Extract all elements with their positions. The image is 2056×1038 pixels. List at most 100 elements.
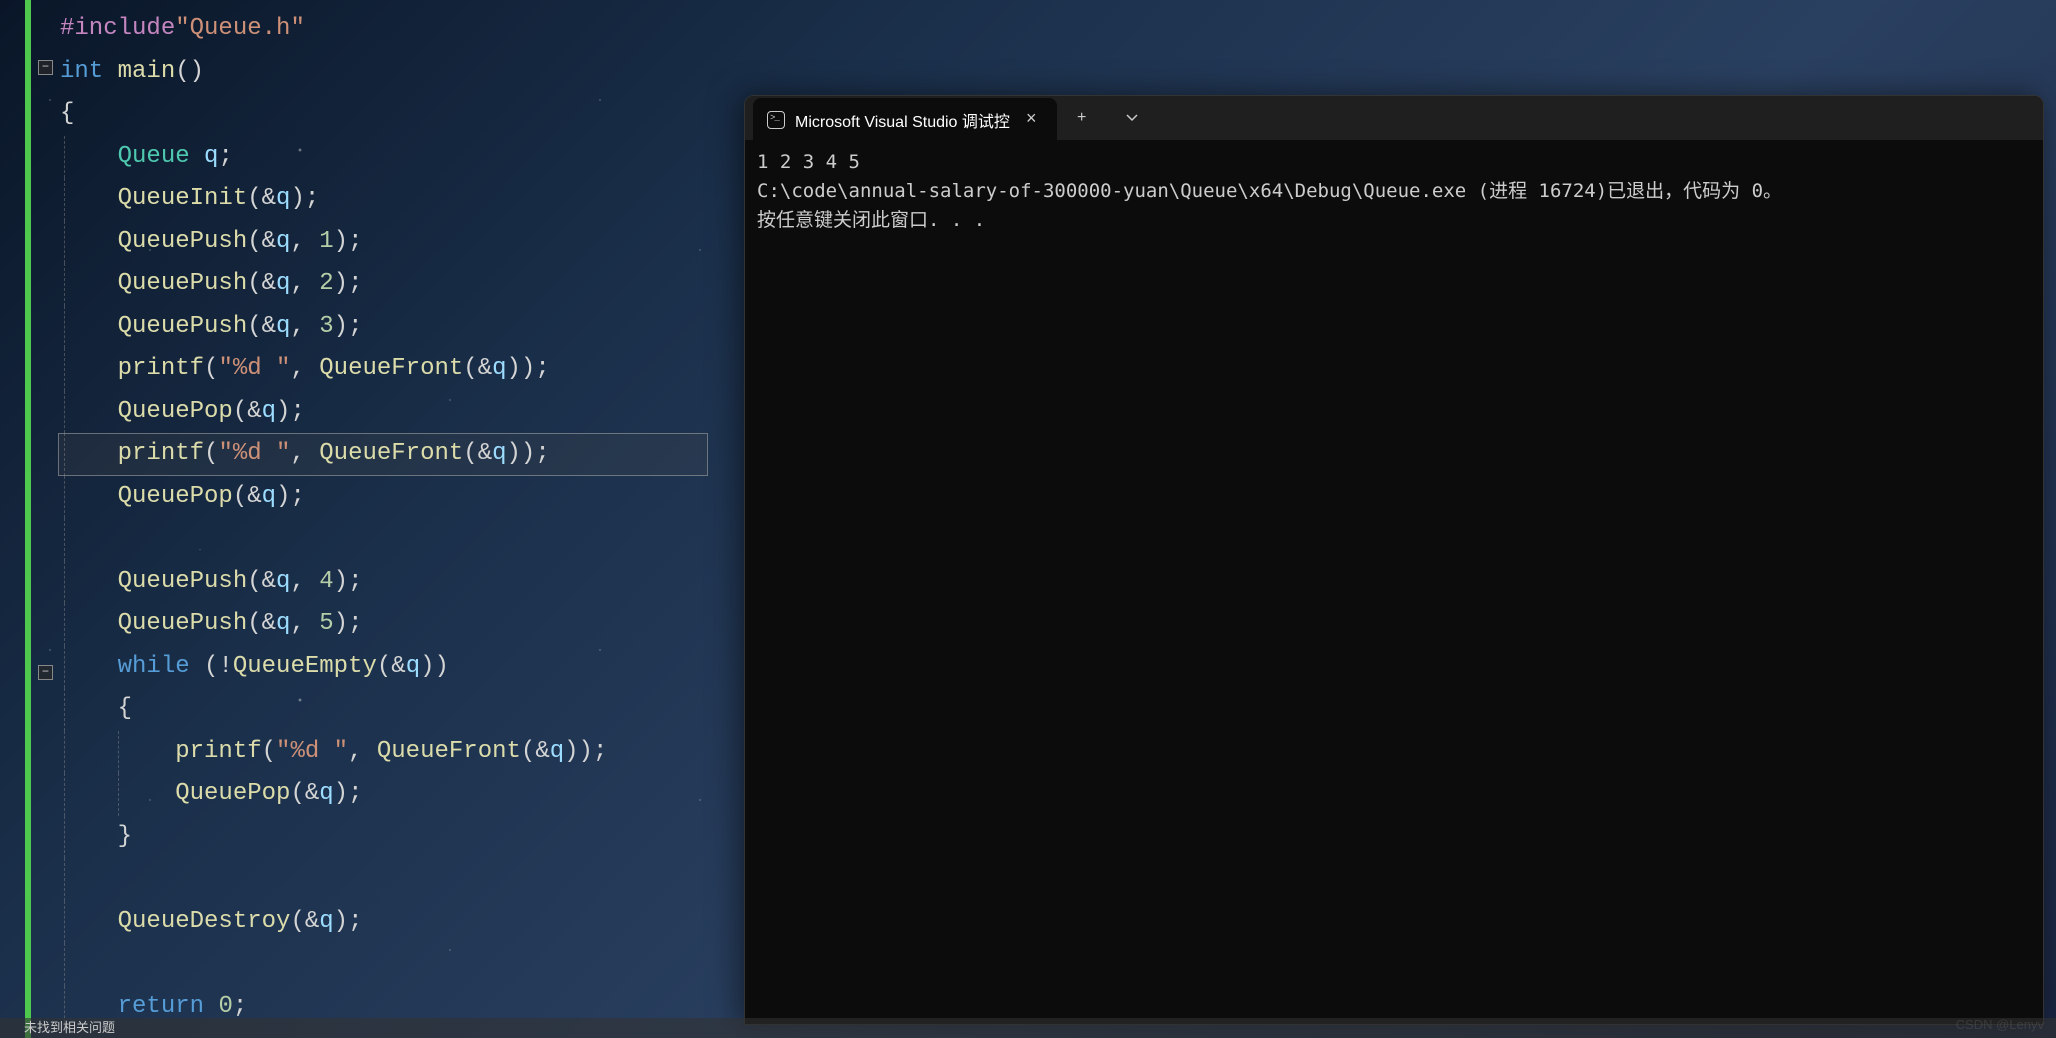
code-token: & bbox=[305, 908, 319, 935]
code-token: ( bbox=[204, 440, 218, 467]
code-token: ) bbox=[334, 568, 348, 595]
code-token: )) bbox=[564, 738, 593, 765]
code-token: ( bbox=[377, 653, 391, 680]
code-token: ( bbox=[247, 313, 261, 340]
code-line[interactable]: printf("%d ", QueueFront(&q)); bbox=[60, 433, 607, 476]
code-token: q bbox=[276, 610, 290, 637]
code-token: QueuePop bbox=[175, 780, 290, 807]
code-token: q bbox=[276, 185, 290, 212]
code-line[interactable]: QueuePush(&q, 4); bbox=[60, 561, 607, 604]
code-line[interactable]: Queue q; bbox=[60, 136, 607, 179]
code-line[interactable]: QueuePush(&q, 1); bbox=[60, 221, 607, 264]
code-token: )) bbox=[507, 355, 536, 382]
code-token: ) bbox=[334, 313, 348, 340]
code-line[interactable]: #include"Queue.h" bbox=[60, 8, 607, 51]
code-line[interactable]: while (!QueueEmpty(&q)) bbox=[60, 646, 607, 689]
code-token: q bbox=[204, 143, 218, 170]
output-line: 1 2 3 4 5 bbox=[757, 151, 860, 173]
code-token: & bbox=[262, 228, 276, 255]
code-token: )) bbox=[420, 653, 449, 680]
code-token: & bbox=[247, 398, 261, 425]
terminal-icon bbox=[767, 111, 785, 129]
code-token: & bbox=[262, 270, 276, 297]
code-token: q bbox=[492, 355, 506, 382]
code-token: , bbox=[290, 440, 319, 467]
code-token: , bbox=[290, 568, 319, 595]
code-token: , bbox=[290, 228, 319, 255]
code-token: QueueInit bbox=[118, 185, 248, 212]
code-token: ; bbox=[348, 908, 362, 935]
code-line[interactable] bbox=[60, 518, 607, 561]
code-token: QueuePop bbox=[118, 483, 233, 510]
code-token: ( bbox=[247, 270, 261, 297]
code-token: QueueFront bbox=[319, 440, 463, 467]
code-line[interactable]: QueueDestroy(&q); bbox=[60, 901, 607, 944]
code-token: QueueEmpty bbox=[233, 653, 377, 680]
code-token: ( bbox=[204, 355, 218, 382]
code-line[interactable]: QueuePush(&q, 2); bbox=[60, 263, 607, 306]
code-line[interactable]: { bbox=[60, 688, 607, 731]
code-token: , bbox=[348, 738, 377, 765]
code-token: while bbox=[118, 653, 204, 680]
code-token: ; bbox=[233, 993, 247, 1020]
code-token: QueueDestroy bbox=[118, 908, 291, 935]
console-titlebar[interactable]: Microsoft Visual Studio 调试控 × + bbox=[745, 96, 2043, 140]
code-token: QueuePush bbox=[118, 228, 248, 255]
code-token: )) bbox=[507, 440, 536, 467]
code-token: q bbox=[492, 440, 506, 467]
code-token: q bbox=[276, 228, 290, 255]
output-line: 按任意键关闭此窗口. . . bbox=[757, 209, 985, 231]
code-token: ) bbox=[276, 483, 290, 510]
fold-toggle-while[interactable]: − bbox=[38, 665, 53, 680]
code-token: ; bbox=[348, 568, 362, 595]
code-token: ) bbox=[334, 780, 348, 807]
code-line[interactable] bbox=[60, 943, 607, 986]
code-line[interactable]: QueueInit(&q); bbox=[60, 178, 607, 221]
new-tab-button[interactable]: + bbox=[1057, 96, 1107, 140]
code-token: ) bbox=[334, 908, 348, 935]
tab-dropdown-button[interactable] bbox=[1107, 96, 1157, 140]
code-line[interactable]: { bbox=[60, 93, 607, 136]
code-line[interactable]: printf("%d ", QueueFront(&q)); bbox=[60, 731, 607, 774]
code-token: ( bbox=[290, 780, 304, 807]
code-line[interactable]: QueuePush(&q, 3); bbox=[60, 306, 607, 349]
code-token: ( bbox=[521, 738, 535, 765]
code-token: q bbox=[262, 398, 276, 425]
fold-toggle-main[interactable]: − bbox=[38, 60, 53, 75]
console-tab[interactable]: Microsoft Visual Studio 调试控 × bbox=[753, 98, 1057, 142]
code-line[interactable]: QueuePush(&q, 5); bbox=[60, 603, 607, 646]
code-line[interactable]: int main() bbox=[60, 51, 607, 94]
code-line[interactable]: QueuePop(&q); bbox=[60, 391, 607, 434]
console-output[interactable]: 1 2 3 4 5 C:\code\annual-salary-of-30000… bbox=[745, 140, 2043, 243]
code-token: ( bbox=[247, 185, 261, 212]
code-token: 4 bbox=[319, 568, 333, 595]
code-token: ) bbox=[334, 610, 348, 637]
close-tab-button[interactable]: × bbox=[1020, 110, 1043, 130]
code-token: QueuePush bbox=[118, 313, 248, 340]
code-token: & bbox=[262, 610, 276, 637]
code-line[interactable] bbox=[60, 858, 607, 901]
code-token: "Queue.h" bbox=[175, 15, 305, 42]
code-token: ; bbox=[593, 738, 607, 765]
code-token: { bbox=[118, 695, 132, 722]
code-token: ( bbox=[247, 228, 261, 255]
code-token: Queue bbox=[118, 143, 204, 170]
status-bar-text: 未找到相关问题 bbox=[0, 1018, 2056, 1038]
code-line[interactable]: } bbox=[60, 816, 607, 859]
code-line[interactable]: printf("%d ", QueueFront(&q)); bbox=[60, 348, 607, 391]
code-token: , bbox=[290, 355, 319, 382]
code-token: ; bbox=[290, 483, 304, 510]
code-token: q bbox=[276, 313, 290, 340]
code-line[interactable]: QueuePop(&q); bbox=[60, 476, 607, 519]
code-line[interactable]: QueuePop(&q); bbox=[60, 773, 607, 816]
code-token: { bbox=[60, 100, 74, 127]
code-token: & bbox=[262, 185, 276, 212]
code-token: q bbox=[406, 653, 420, 680]
code-token: QueueFront bbox=[319, 355, 463, 382]
code-text-area[interactable]: #include"Queue.h"int main() { Queue q; Qu… bbox=[60, 8, 607, 1028]
code-token: ( bbox=[463, 440, 477, 467]
code-token: q bbox=[319, 908, 333, 935]
code-token: & bbox=[391, 653, 405, 680]
code-token: ( bbox=[247, 610, 261, 637]
code-token: ; bbox=[348, 780, 362, 807]
